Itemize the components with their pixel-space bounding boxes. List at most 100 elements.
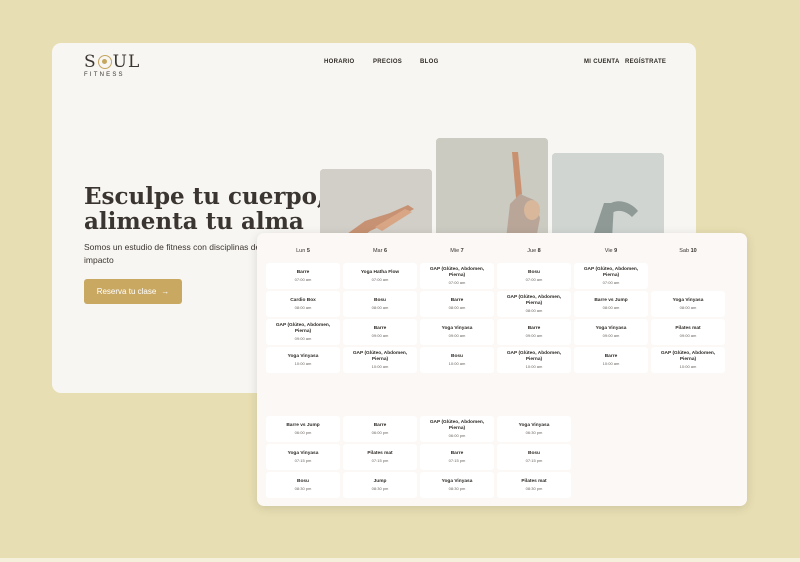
class-time: 07:00 am xyxy=(371,277,389,282)
class-slot[interactable]: Barre 06:00 pm xyxy=(343,416,417,442)
class-slot[interactable]: Jump 08:30 pm xyxy=(343,472,417,498)
logo-sun-icon xyxy=(97,55,112,69)
class-time: 08:30 pm xyxy=(448,486,466,491)
class-slot[interactable]: Barre 07:15 pm xyxy=(420,444,494,470)
class-slot[interactable]: Cardio Box 08:00 am xyxy=(266,291,340,317)
class-slot[interactable]: GAP (Glúteo, Abdomen, Pierna) 06:00 pm xyxy=(420,416,494,442)
class-name: Barre xyxy=(373,423,387,428)
class-slot[interactable]: Bosu 08:30 pm xyxy=(266,472,340,498)
arrow-right-icon: → xyxy=(161,287,170,296)
day-name: Vie xyxy=(604,248,613,254)
class-name: Bosu xyxy=(374,298,386,303)
class-slot[interactable]: GAP (Glúteo, Abdomen, Pierna) 08:00 am xyxy=(497,291,571,317)
class-time: 08:00 am xyxy=(525,308,543,313)
class-name: Cardio Box xyxy=(290,298,316,303)
class-name: GAP (Glúteo, Abdomen, Pierna) xyxy=(506,295,562,306)
day-header: Vie 9 xyxy=(574,248,648,254)
class-slot[interactable]: GAP (Glúteo, Abdomen, Pierna) 07:00 am xyxy=(420,263,494,289)
class-slot[interactable]: Barre 10:00 am xyxy=(574,347,648,373)
class-name: GAP (Glúteo, Abdomen, Pierna) xyxy=(583,267,639,278)
class-slot[interactable]: Bosu 07:00 am xyxy=(497,263,571,289)
day-number: 8 xyxy=(537,248,541,254)
class-time: 10:00 am xyxy=(525,364,543,369)
photo-yoga-stretch xyxy=(320,169,432,239)
class-slot[interactable]: GAP (Glúteo, Abdomen, Pierna) 10:00 am xyxy=(651,347,725,373)
class-name: GAP (Glúteo, Abdomen, Pierna) xyxy=(506,351,562,362)
photo-pilates-legs xyxy=(552,153,664,239)
class-time: 10:00 am xyxy=(371,364,389,369)
class-name: Pilates mat xyxy=(521,479,547,484)
nav-precios[interactable]: PRECIOS xyxy=(373,59,402,65)
class-slot[interactable]: GAP (Glúteo, Abdomen, Pierna) 07:00 am xyxy=(574,263,648,289)
class-slot[interactable]: Yoga Hatha Flow 07:00 am xyxy=(343,263,417,289)
class-slot[interactable]: GAP (Glúteo, Abdomen, Pierna) 09:00 am xyxy=(266,319,340,345)
class-slot[interactable]: Pilates mat 09:00 am xyxy=(651,319,725,345)
class-name: Barre xyxy=(373,326,387,331)
class-time: 07:15 pm xyxy=(294,458,312,463)
class-name: Yoga Hatha Flow xyxy=(360,270,400,275)
class-time: 10:00 am xyxy=(602,361,620,366)
class-time: 06:30 pm xyxy=(525,430,543,435)
class-name: Yoga Vinyasa xyxy=(595,326,627,331)
class-slot[interactable]: Yoga Vinyasa 09:00 am xyxy=(420,319,494,345)
nav-registrate[interactable]: REGÍSTRATE xyxy=(625,59,666,65)
class-slot[interactable]: Pilates mat 08:30 pm xyxy=(497,472,571,498)
class-slot[interactable]: Bosu 07:15 pm xyxy=(497,444,571,470)
class-time: 07:00 am xyxy=(602,280,620,285)
class-time: 07:00 am xyxy=(448,280,466,285)
nav-blog[interactable]: BLOG xyxy=(420,59,439,65)
class-time: 08:00 am xyxy=(679,305,697,310)
page-footer-strip xyxy=(0,558,800,562)
class-name: Bosu xyxy=(451,354,463,359)
class-slot[interactable]: Bosu 08:00 am xyxy=(343,291,417,317)
class-name: Yoga Vinyasa xyxy=(287,451,319,456)
logo[interactable]: S UL FITNESS xyxy=(84,52,144,78)
class-slot[interactable]: Barre vs Jump 06:00 pm xyxy=(266,416,340,442)
class-name: Barre vs Jump xyxy=(286,423,320,428)
class-slot[interactable]: Yoga Vinyasa 10:00 am xyxy=(266,347,340,373)
day-name: Lun xyxy=(296,248,306,254)
class-slot[interactable]: Barre 09:00 am xyxy=(343,319,417,345)
class-time: 09:00 am xyxy=(448,333,466,338)
class-time: 09:00 am xyxy=(294,336,312,341)
class-slot[interactable]: Pilates mat 07:15 pm xyxy=(343,444,417,470)
class-time: 09:00 am xyxy=(679,333,697,338)
class-time: 08:30 pm xyxy=(525,486,543,491)
class-name: GAP (Glúteo, Abdomen, Pierna) xyxy=(352,351,408,362)
class-time: 10:00 am xyxy=(294,361,312,366)
class-time: 09:00 am xyxy=(525,333,543,338)
class-slot[interactable]: Barre vs Jump 08:00 am xyxy=(574,291,648,317)
class-name: Pilates mat xyxy=(675,326,701,331)
day-name: Jue xyxy=(527,248,537,254)
class-slot[interactable]: Yoga Vinyasa 06:30 pm xyxy=(497,416,571,442)
day-header: Jue 8 xyxy=(497,248,571,254)
class-time: 06:00 pm xyxy=(371,430,389,435)
class-name: Barre xyxy=(450,451,464,456)
class-time: 07:00 am xyxy=(294,277,312,282)
class-slot[interactable]: Bosu 10:00 am xyxy=(420,347,494,373)
class-time: 08:30 pm xyxy=(294,486,312,491)
hero-title: Esculpe tu cuerpo, alimenta tu alma xyxy=(84,183,325,235)
reserve-class-button[interactable]: Reserva tu clase → xyxy=(84,279,182,304)
class-slot[interactable]: Barre 08:00 am xyxy=(420,291,494,317)
class-slot[interactable]: Yoga Vinyasa 08:00 am xyxy=(651,291,725,317)
class-slot[interactable]: GAP (Glúteo, Abdomen, Pierna) 10:00 am xyxy=(343,347,417,373)
day-number: 6 xyxy=(383,248,388,254)
class-time: 10:00 am xyxy=(448,361,466,366)
class-slot[interactable]: Yoga Vinyasa 08:30 pm xyxy=(420,472,494,498)
class-name: Barre xyxy=(604,354,618,359)
class-slot[interactable]: Yoga Vinyasa 07:15 pm xyxy=(266,444,340,470)
photo-yoga-arm-raise xyxy=(436,138,548,239)
class-time: 08:00 am xyxy=(371,305,389,310)
class-slot[interactable]: Barre 09:00 am xyxy=(497,319,571,345)
class-slot[interactable]: Barre 07:00 am xyxy=(266,263,340,289)
nav-horario[interactable]: HORARIO xyxy=(324,59,354,65)
nav-mi-cuenta[interactable]: MI CUENTA xyxy=(584,59,620,65)
class-slot[interactable]: GAP (Glúteo, Abdomen, Pierna) 10:00 am xyxy=(497,347,571,373)
class-name: Yoga Vinyasa xyxy=(518,423,550,428)
class-slot[interactable]: Yoga Vinyasa 09:00 am xyxy=(574,319,648,345)
class-name: GAP (Glúteo, Abdomen, Pierna) xyxy=(429,420,485,431)
reserve-class-label: Reserva tu clase xyxy=(96,287,157,296)
day-header: Mar 6 xyxy=(343,248,417,254)
logo-letter: S xyxy=(84,52,97,72)
